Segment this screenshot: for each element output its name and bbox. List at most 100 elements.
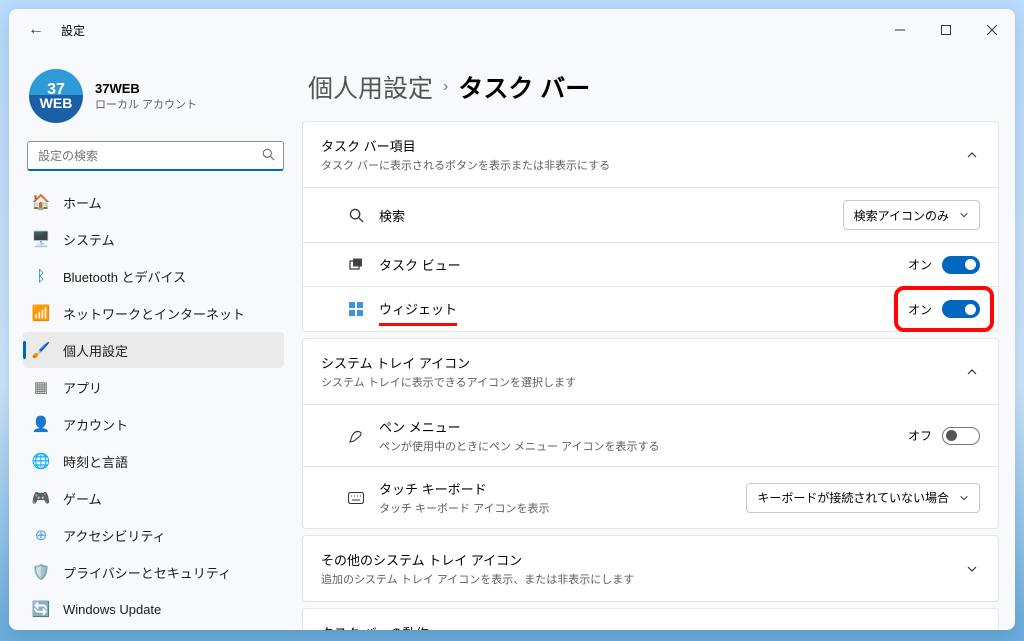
content-pane: 個人用設定 › タスク バー タスク バー項目 タスク バーに表示されるボタンを… bbox=[294, 51, 1015, 630]
system-tray-header[interactable]: システム トレイ アイコン システム トレイに表示できるアイコンを選択します bbox=[303, 339, 998, 404]
sidebar-icon: 📶 bbox=[33, 305, 49, 321]
other-tray-sub: 追加のシステム トレイ アイコンを表示、または非表示にします bbox=[321, 571, 958, 587]
sidebar-item-4[interactable]: 🖌️ 個人用設定 bbox=[23, 332, 284, 368]
sidebar-item-label: 個人用設定 bbox=[63, 341, 128, 360]
system-tray-title: システム トレイ アイコン bbox=[321, 353, 958, 372]
row-task-view: タスク ビュー オン bbox=[303, 242, 998, 286]
pen-toggle[interactable] bbox=[942, 427, 980, 445]
sidebar-icon: ⊕ bbox=[33, 527, 49, 543]
taskbar-items-header[interactable]: タスク バー項目 タスク バーに表示されるボタンを表示または非表示にする bbox=[303, 122, 998, 187]
sidebar-icon: 🎮 bbox=[33, 490, 49, 506]
sidebar-item-label: ネットワークとインターネット bbox=[63, 304, 245, 323]
sidebar-item-label: アプリ bbox=[63, 378, 102, 397]
sidebar-icon: ᛒ bbox=[33, 268, 49, 284]
profile-block[interactable]: 37 WEB 37WEB ローカル アカウント bbox=[21, 51, 290, 137]
breadcrumb-first[interactable]: 個人用設定 bbox=[308, 69, 433, 105]
system-tray-sub: システム トレイに表示できるアイコンを選択します bbox=[321, 374, 958, 390]
maximize-icon bbox=[941, 25, 951, 35]
sidebar-item-3[interactable]: 📶 ネットワークとインターネット bbox=[23, 295, 284, 331]
taskbar-items-title: タスク バー項目 bbox=[321, 136, 958, 155]
task-view-icon bbox=[347, 256, 365, 274]
settings-window: ← 設定 37 WEB 37WEB ローカル アカウント bbox=[9, 9, 1015, 630]
sidebar-icon: 🖥️ bbox=[33, 231, 49, 247]
behavior-title: タスク バーの動作 bbox=[321, 623, 958, 630]
sidebar-item-label: プライバシーとセキュリティ bbox=[63, 563, 231, 582]
sidebar-icon: 👤 bbox=[33, 416, 49, 432]
sidebar-icon: 🖌️ bbox=[33, 342, 49, 358]
touchkb-label: タッチ キーボード bbox=[379, 479, 732, 498]
avatar: 37 WEB bbox=[29, 69, 83, 123]
taskbar-items-sub: タスク バーに表示されるボタンを表示または非表示にする bbox=[321, 157, 958, 173]
sidebar-item-label: アクセシビリティ bbox=[63, 526, 166, 545]
sidebar: 37 WEB 37WEB ローカル アカウント 🏠 ホーム 🖥️ システム ᛒ Bluet… bbox=[9, 51, 294, 630]
row-search: 検索 検索アイコンのみ bbox=[303, 187, 998, 242]
window-title: 設定 bbox=[61, 22, 85, 39]
touchkb-dropdown[interactable]: キーボードが接続されていない場合 bbox=[746, 483, 980, 513]
sidebar-item-5[interactable]: ▦ アプリ bbox=[23, 369, 284, 405]
sidebar-item-8[interactable]: 🎮ゲーム bbox=[23, 480, 284, 516]
pen-label: ペン メニュー bbox=[379, 417, 894, 436]
user-name: 37WEB bbox=[95, 81, 197, 96]
row-widgets: ウィジェット オン bbox=[303, 286, 998, 331]
task-view-toggle[interactable] bbox=[942, 256, 980, 274]
task-view-state: オン bbox=[908, 256, 932, 273]
sidebar-icon: 🏠 bbox=[33, 194, 49, 210]
sidebar-item-label: Bluetooth とデバイス bbox=[63, 267, 186, 286]
sidebar-icon: 🛡️ bbox=[33, 564, 49, 580]
sidebar-item-1[interactable]: 🖥️ システム bbox=[23, 221, 284, 257]
nav-list: 🏠 ホーム 🖥️ システム ᛒ Bluetooth とデバイス 📶 ネットワークとインターネッ… bbox=[21, 183, 290, 630]
taskbar-items-card: タスク バー項目 タスク バーに表示されるボタンを表示または非表示にする 検索 bbox=[302, 121, 999, 332]
breadcrumb: 個人用設定 › タスク バー bbox=[308, 69, 999, 105]
widgets-toggle[interactable] bbox=[942, 300, 980, 318]
maximize-button[interactable] bbox=[923, 15, 969, 45]
search-dropdown[interactable]: 検索アイコンのみ bbox=[843, 200, 980, 230]
sidebar-item-label: システム bbox=[63, 230, 115, 249]
pen-icon bbox=[347, 427, 365, 445]
search-input[interactable] bbox=[36, 148, 262, 164]
chevron-down-icon bbox=[959, 493, 969, 503]
chevron-down-icon bbox=[964, 561, 980, 577]
sidebar-item-7[interactable]: 🌐 時刻と言語 bbox=[23, 443, 284, 479]
other-tray-card[interactable]: その他のシステム トレイ アイコン 追加のシステム トレイ アイコンを表示、また… bbox=[302, 535, 999, 602]
search-label: 検索 bbox=[379, 206, 829, 225]
widgets-state: オン bbox=[908, 301, 932, 318]
sidebar-item-label: アカウント bbox=[63, 415, 128, 434]
minimize-button[interactable] bbox=[877, 15, 923, 45]
sidebar-icon: 🌐 bbox=[33, 453, 49, 469]
sidebar-icon: 🔄 bbox=[33, 601, 49, 617]
pen-sub: ペンが使用中のときにペン メニュー アイコンを表示する bbox=[379, 438, 894, 454]
sidebar-item-9[interactable]: ⊕ アクセシビリティ bbox=[23, 517, 284, 553]
breadcrumb-second: タスク バー bbox=[458, 69, 590, 105]
sidebar-item-2[interactable]: ᛒ Bluetooth とデバイス bbox=[23, 258, 284, 294]
chevron-up-icon bbox=[964, 364, 980, 380]
sidebar-item-10[interactable]: 🛡️ プライバシーとセキュリティ bbox=[23, 554, 284, 590]
touchkb-sub: タッチ キーボード アイコンを表示 bbox=[379, 500, 732, 516]
search-icon bbox=[262, 148, 275, 164]
pen-state: オフ bbox=[908, 427, 932, 444]
sidebar-item-0[interactable]: 🏠 ホーム bbox=[23, 184, 284, 220]
task-view-label: タスク ビュー bbox=[379, 255, 894, 274]
close-icon bbox=[987, 25, 997, 35]
system-tray-card: システム トレイ アイコン システム トレイに表示できるアイコンを選択します ペ… bbox=[302, 338, 999, 529]
back-button[interactable]: ← bbox=[19, 13, 53, 47]
widgets-label: ウィジェット bbox=[379, 302, 457, 326]
keyboard-icon bbox=[347, 489, 365, 507]
search-icon bbox=[347, 206, 365, 224]
search-box[interactable] bbox=[27, 141, 284, 171]
sidebar-item-6[interactable]: 👤 アカウント bbox=[23, 406, 284, 442]
widgets-icon bbox=[347, 300, 365, 318]
sidebar-icon: ▦ bbox=[33, 379, 49, 395]
taskbar-behavior-card[interactable]: タスク バーの動作 タスク バーの配置、バッジ、自動的に非表示、および複数のディ… bbox=[302, 608, 999, 630]
row-touch-keyboard: タッチ キーボード タッチ キーボード アイコンを表示 キーボードが接続されてい… bbox=[303, 466, 998, 528]
other-tray-title: その他のシステム トレイ アイコン bbox=[321, 550, 958, 569]
chevron-down-icon bbox=[959, 210, 969, 220]
chevron-up-icon bbox=[964, 147, 980, 163]
sidebar-item-label: ホーム bbox=[63, 193, 102, 212]
user-subtitle: ローカル アカウント bbox=[95, 96, 197, 112]
close-button[interactable] bbox=[969, 15, 1015, 45]
sidebar-item-label: 時刻と言語 bbox=[63, 452, 128, 471]
titlebar: ← 設定 bbox=[9, 9, 1015, 51]
minimize-icon bbox=[895, 25, 905, 35]
sidebar-item-11[interactable]: 🔄Windows Update bbox=[23, 591, 284, 627]
row-pen-menu: ペン メニュー ペンが使用中のときにペン メニュー アイコンを表示する オフ bbox=[303, 404, 998, 466]
